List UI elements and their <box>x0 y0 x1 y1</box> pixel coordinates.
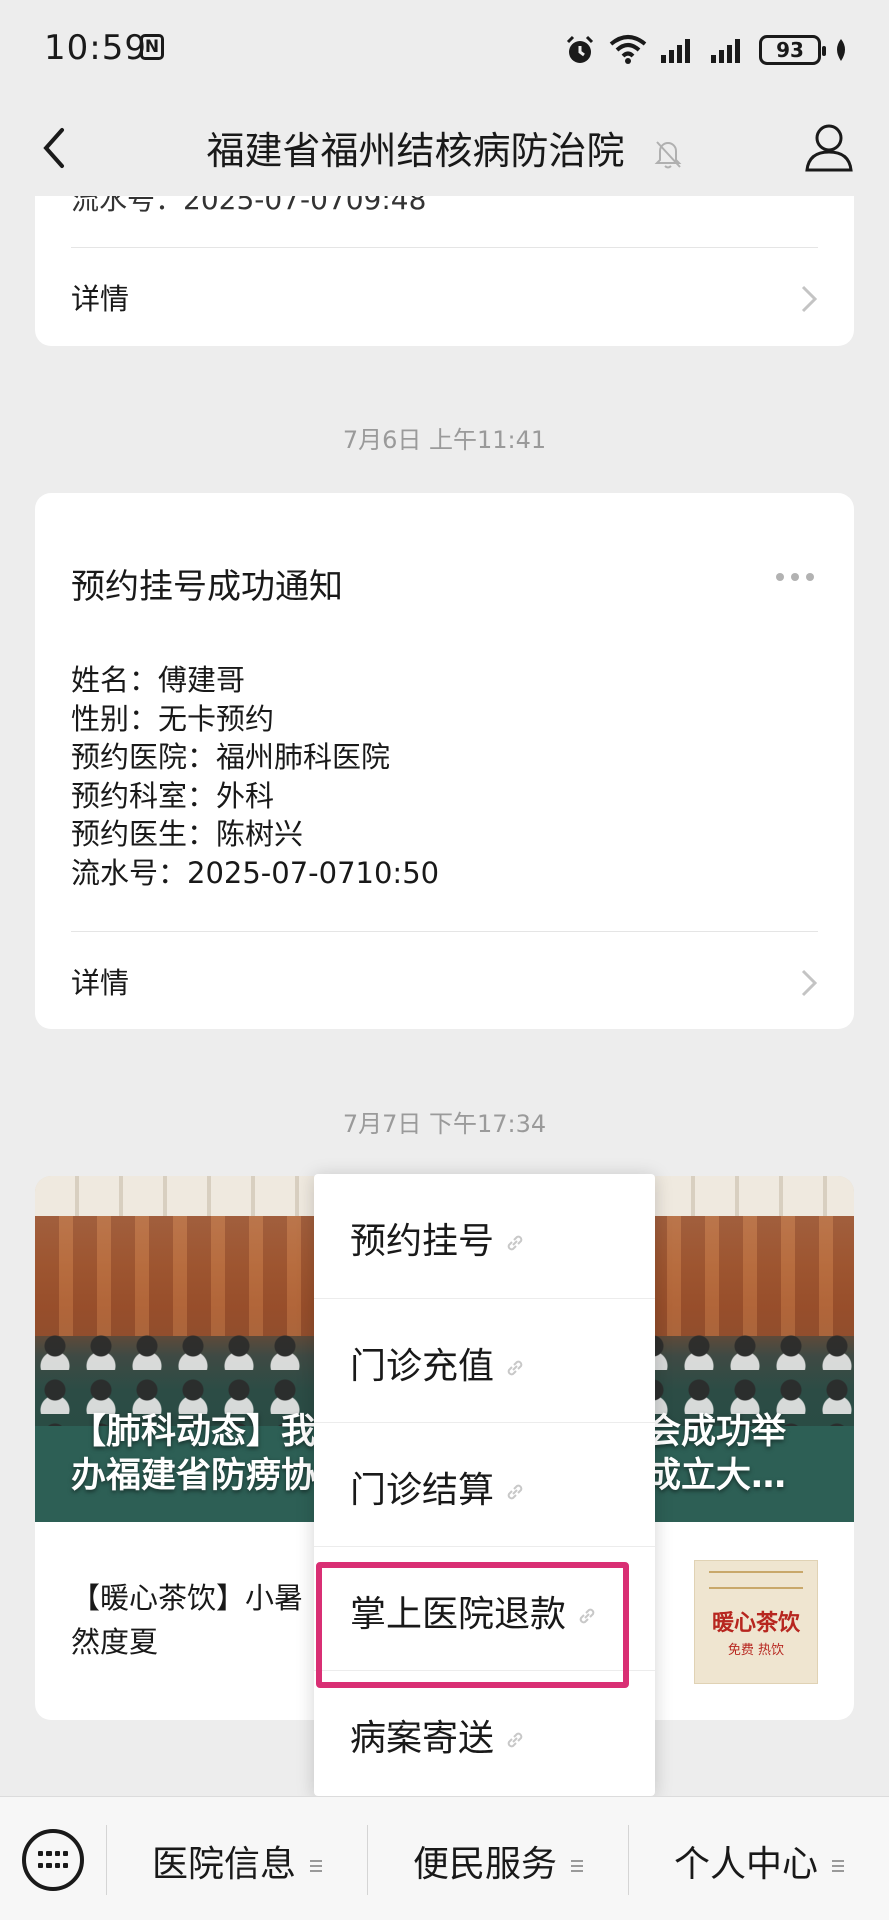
status-time: 10:59 <box>44 28 147 68</box>
notice-title: 预约挂号成功通知 <box>71 567 343 607</box>
timestamp: 7月6日 上午11:41 <box>342 426 547 454</box>
link-icon <box>507 1484 523 1500</box>
news-caption-right-1: 会成功举 <box>646 1412 787 1452</box>
keyboard-icon[interactable] <box>22 1829 84 1891</box>
news-caption-left-1: 【肺科动态】我 <box>71 1412 317 1452</box>
thumbnail-title: 暖心茶饮 <box>711 1611 800 1636</box>
message-card-previous: 流水号：2025-07-0709:48 详情 <box>35 196 854 346</box>
menu-lines-icon <box>310 1857 322 1875</box>
link-icon <box>507 1360 523 1376</box>
details-row[interactable]: 详情 <box>35 932 854 1028</box>
details-label: 详情 <box>71 282 130 316</box>
wifi-icon <box>609 35 647 64</box>
link-icon <box>507 1235 523 1251</box>
field-gender: 性别：无卡预约 <box>71 701 275 736</box>
tab-label: 医院信息 <box>151 1844 296 1885</box>
menu-item-label: 掌上医院退款 <box>350 1594 567 1635</box>
link-icon <box>579 1608 595 1624</box>
menu-item-settlement[interactable]: 门诊结算 <box>314 1422 655 1546</box>
clipped-serial-text: 流水号：2025-07-0709:48 <box>71 196 427 216</box>
menu-item-label: 门诊充值 <box>350 1346 495 1387</box>
news-caption-right-2: 成立大… <box>646 1456 787 1496</box>
menu-item-label: 病案寄送 <box>350 1718 495 1759</box>
profile-icon[interactable] <box>801 120 857 176</box>
bottom-menu-bar: 医院信息 便民服务 个人中心 <box>0 1796 889 1920</box>
menu-item-label: 预约挂号 <box>350 1221 495 1262</box>
nav-bar: 福建省福州结核病防治院 <box>0 100 889 196</box>
menu-item-records-mailing[interactable]: 病案寄送 <box>314 1670 655 1794</box>
field-serial: 流水号：2025-07-0710:50 <box>71 855 440 890</box>
appointment-notice-card: 预约挂号成功通知 姓名：傅建哥 性别：无卡预约 预约医院：福州肺科医院 预约科室… <box>35 493 854 1029</box>
leaf-icon <box>837 39 845 61</box>
menu-lines-icon <box>571 1857 583 1875</box>
link-icon <box>507 1732 523 1748</box>
field-hospital: 预约医院：福州肺科医院 <box>71 740 391 774</box>
menu-item-appointment[interactable]: 预约挂号 <box>314 1174 655 1298</box>
field-doctor: 预约医生：陈树兴 <box>71 817 304 851</box>
alarm-icon <box>566 35 594 63</box>
chevron-right-icon <box>801 969 818 997</box>
field-name: 姓名：傅建哥 <box>71 663 246 697</box>
battery-indicator: 93 <box>759 35 826 65</box>
signal-icon <box>661 39 690 63</box>
tab-hospital-info[interactable]: 医院信息 <box>107 1835 367 1885</box>
notice-fields: 姓名：傅建哥 性别：无卡预约 预约医院：福州肺科医院 预约科室：外科 预约医生：… <box>71 661 439 892</box>
service-popup-menu: 预约挂号 门诊充值 门诊结算 掌上医院退款 病案寄送 <box>314 1174 655 1796</box>
page-title: 福建省福州结核病防治院 <box>0 120 889 175</box>
details-row[interactable]: 详情 <box>35 248 854 344</box>
tab-label: 便民服务 <box>412 1844 557 1885</box>
nfc-icon: N <box>140 34 164 60</box>
news-thumbnail[interactable]: 暖心茶饮 免费 热饮 <box>694 1560 818 1684</box>
chevron-right-icon <box>801 285 818 313</box>
signal-icon-2 <box>711 39 740 63</box>
menu-item-recharge[interactable]: 门诊充值 <box>314 1298 655 1422</box>
mute-bell-icon <box>654 140 681 168</box>
status-bar: 10:59 N 93 <box>0 0 889 100</box>
more-icon[interactable] <box>776 573 814 581</box>
status-icons: 93 <box>563 30 849 70</box>
details-label: 详情 <box>71 966 130 1000</box>
tab-services[interactable]: 便民服务 <box>368 1835 628 1885</box>
page-title-text: 福建省福州结核病防治院 <box>206 129 625 173</box>
thumbnail-sub: 免费 热饮 <box>727 1643 785 1658</box>
menu-lines-icon <box>832 1857 844 1875</box>
menu-item-refund[interactable]: 掌上医院退款 <box>314 1546 655 1670</box>
timestamp: 7月7日 下午17:34 <box>342 1110 547 1138</box>
news-caption-left-2: 办福建省防痨协 <box>71 1456 317 1496</box>
menu-item-label: 门诊结算 <box>350 1470 495 1511</box>
field-department: 预约科室：外科 <box>71 778 275 813</box>
tab-personal-center[interactable]: 个人中心 <box>629 1835 889 1885</box>
tab-label: 个人中心 <box>673 1844 818 1885</box>
